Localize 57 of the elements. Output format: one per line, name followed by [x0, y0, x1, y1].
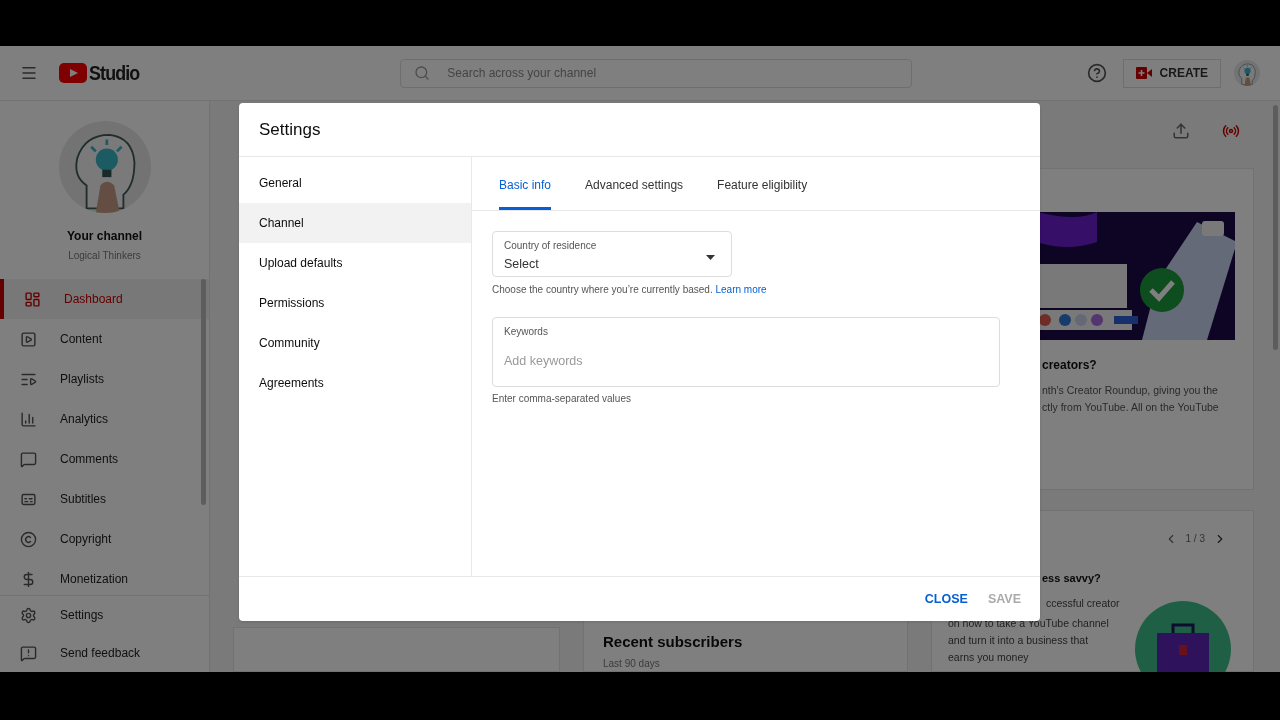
card-text: ccessful creator	[1046, 595, 1121, 611]
tab[interactable]: Feature eligibility	[717, 163, 808, 210]
live-icon[interactable]	[1222, 122, 1240, 140]
search-field[interactable]: Search across your channel	[400, 58, 913, 88]
briefcase-icon	[1135, 601, 1231, 672]
tab[interactable]: Basic info	[499, 163, 552, 210]
comment-icon	[20, 450, 37, 468]
keywords-input[interactable]: Add keywords	[504, 352, 988, 371]
dialog-button[interactable]: CLOSE	[924, 589, 968, 609]
feedback-icon	[20, 644, 37, 662]
sidebar-item[interactable]: Settings	[0, 596, 209, 634]
field-label: Keywords	[504, 325, 549, 339]
copyright-icon	[20, 530, 37, 548]
search-icon	[414, 64, 431, 81]
logo-icon	[59, 63, 87, 83]
field-label: Country of residence	[504, 239, 598, 253]
dialog-title: Settings	[259, 118, 321, 141]
scrollbar[interactable]	[201, 279, 206, 505]
logo-text: Studio	[89, 60, 140, 87]
settings-nav-item[interactable]: Channel	[239, 203, 471, 243]
helper-text: Choose the country where you’re currently based. Learn more	[492, 283, 768, 297]
field-value: Select	[504, 256, 540, 273]
settings-nav-item[interactable]: Agreements	[239, 363, 471, 403]
tab[interactable]: Advanced settings	[585, 163, 684, 210]
settings-nav-item[interactable]: General	[239, 163, 471, 203]
card-title: ess savvy?	[1042, 571, 1102, 586]
create-button[interactable]: CREATE	[1122, 58, 1221, 88]
scrollbar[interactable]	[1273, 105, 1278, 350]
card-text: nth's Creator Roundup, giving you the	[1042, 383, 1219, 398]
help-icon[interactable]	[1086, 63, 1107, 83]
video-plus-icon	[1135, 67, 1152, 79]
card-text: and turn it into a business that	[948, 632, 1090, 648]
dashboard-icon	[24, 290, 41, 308]
sidebar-item[interactable]: Dashboard	[0, 279, 209, 319]
learn-more-link[interactable]: Learn more	[715, 284, 767, 295]
pager-text: 1 / 3	[1185, 532, 1205, 546]
upload-icon[interactable]	[1172, 122, 1190, 140]
keywords-field[interactable]: Keywords Add keywords	[492, 317, 1000, 387]
sidebar-item[interactable]: Send feedback	[0, 634, 209, 672]
card-text: ctly from YouTube. All on the YouTube	[1042, 400, 1220, 415]
settings-nav-item[interactable]: Permissions	[239, 283, 471, 323]
settings-nav-item[interactable]: Community	[239, 323, 471, 363]
bar-chart-icon	[20, 410, 37, 428]
country-select[interactable]: Country of residence Select	[492, 231, 732, 277]
card-title: Recent subscribers	[603, 631, 744, 652]
menu-icon[interactable]	[20, 64, 38, 82]
card-text: earns you money	[948, 649, 1030, 665]
helper-text: Enter comma-separated values	[492, 392, 632, 406]
sidebar-item[interactable]: Copyright	[0, 519, 209, 559]
caret-icon	[706, 255, 715, 260]
settings-nav-item[interactable]: Upload defaults	[239, 243, 471, 283]
card-subtitle: Last 90 days	[603, 657, 661, 671]
settings-icon	[20, 606, 37, 624]
card-title: creators?	[1042, 357, 1098, 374]
video-icon	[20, 330, 37, 348]
channel-name: Logical Thinkers	[68, 249, 141, 263]
channel-title: Your channel	[66, 228, 143, 245]
